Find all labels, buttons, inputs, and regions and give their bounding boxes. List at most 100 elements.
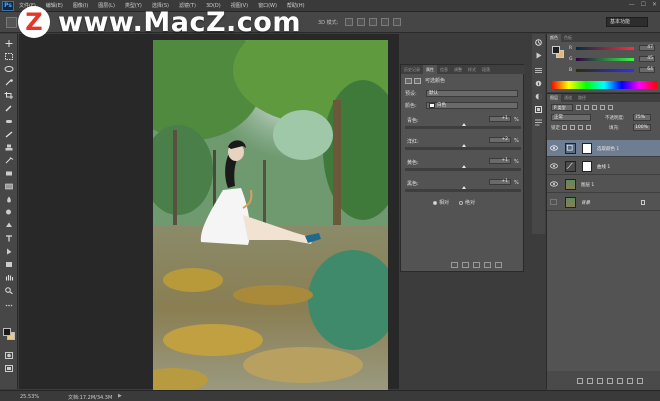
quick-select-tool-icon[interactable] [4,79,14,86]
tab-paragraph[interactable]: 段落 [479,65,493,74]
yellow-thumb[interactable] [461,165,466,168]
status-menu-arrow[interactable]: ▶ [118,393,122,399]
lasso-tool-icon[interactable] [4,66,14,73]
info-panel-icon[interactable] [534,80,543,87]
actions-panel-icon[interactable] [534,52,543,59]
foreground-color-swatch[interactable] [3,328,11,336]
yellow-value[interactable]: +1 [489,158,511,164]
dodge-tool-icon[interactable] [4,209,14,216]
document-photo[interactable] [153,40,388,391]
layer-mask-icon[interactable] [414,77,421,84]
layer-name[interactable]: 曲线 1 [597,164,610,170]
filter-shape-icon[interactable] [600,105,605,110]
more-tools-icon[interactable] [4,302,14,309]
tab-properties[interactable]: 属性 [423,65,437,74]
layer-row-background[interactable]: 背景 [547,194,660,211]
blur-tool-icon[interactable] [4,196,14,203]
tab-layers[interactable]: 图层 [547,94,561,102]
lock-position-icon[interactable] [578,125,583,130]
screen-mode-icon[interactable] [4,365,14,372]
maximize-button[interactable]: ☐ [641,1,646,8]
clip-to-layer-icon[interactable] [451,262,458,268]
move-tool-icon[interactable] [4,40,14,47]
cyan-track[interactable] [405,126,521,129]
history-panel-icon[interactable] [534,39,543,46]
quick-mask-icon[interactable] [4,352,14,359]
layer-name[interactable]: 选取颜色 1 [597,146,619,152]
color-spectrum[interactable] [551,81,657,89]
blend-mode-select[interactable]: 正常 [551,114,591,121]
layer-row-selective-color[interactable]: 选取颜色 1 [547,140,660,157]
hand-tool-icon[interactable] [4,274,14,281]
rotate-3d-icon[interactable] [345,18,353,26]
zoom-tool-icon[interactable] [4,287,14,294]
black-thumb[interactable] [461,186,466,189]
tab-swatches[interactable]: 色板 [561,34,575,42]
new-adjustment-icon[interactable] [607,377,613,384]
green-value[interactable]: 45 [639,56,655,62]
layer-row-curves[interactable]: 曲线 1 [547,158,660,175]
red-bar[interactable] [576,47,634,50]
workspace-select[interactable]: 基本功能 [606,17,648,27]
layer-mask-thumbnail[interactable] [582,143,592,154]
layer-mask-thumbnail[interactable] [582,161,592,172]
type-tool-icon[interactable] [4,235,14,242]
colors-select[interactable]: 白色 [426,102,518,109]
roll-3d-icon[interactable] [357,18,365,26]
black-track[interactable] [405,189,521,192]
history-brush-tool-icon[interactable] [4,157,14,164]
yellow-track[interactable] [405,168,521,171]
cyan-thumb[interactable] [461,123,466,126]
cyan-value[interactable]: +1 [489,116,511,122]
lock-image-icon[interactable] [570,125,575,130]
eyedropper-tool-icon[interactable] [4,105,14,112]
add-layer-style-icon[interactable] [587,377,593,384]
marquee-tool-icon[interactable] [4,53,14,60]
drag-3d-icon[interactable] [369,18,377,26]
delete-layer-icon[interactable] [637,377,643,384]
black-value[interactable]: +1 [489,179,511,185]
delete-adjustment-icon[interactable] [495,262,502,268]
fill-input[interactable]: 100% [633,124,651,131]
preset-select[interactable]: 默认 [426,90,518,97]
path-selection-tool-icon[interactable] [4,248,14,255]
link-layers-icon[interactable] [577,377,583,384]
brush-tool-icon[interactable] [4,131,14,138]
gradient-tool-icon[interactable] [4,183,14,190]
tab-channels[interactable]: 通道 [561,94,575,102]
zoom-level[interactable]: 25.53% [20,394,39,400]
layer-name[interactable]: 背景 [581,200,590,206]
new-group-icon[interactable] [617,377,623,384]
method-absolute-radio[interactable]: 绝对 [459,199,475,206]
layer-row-layer1[interactable]: 图层 1 [547,176,660,193]
add-mask-icon[interactable] [597,377,603,384]
scale-3d-icon[interactable] [393,18,401,26]
healing-brush-tool-icon[interactable] [4,118,14,125]
hidden-eye-icon[interactable] [550,199,557,205]
crop-tool-icon[interactable] [4,92,14,99]
eye-icon[interactable] [550,163,558,169]
tab-info[interactable]: 信息 [437,65,451,74]
new-layer-icon[interactable] [627,377,633,384]
adjustments-panel-icon[interactable] [534,93,543,100]
opacity-input[interactable]: 75% [633,114,651,121]
lock-all-icon[interactable] [586,125,591,130]
visibility-icon[interactable] [484,262,491,268]
filter-adjustment-icon[interactable] [584,105,589,110]
eye-icon[interactable] [550,145,558,151]
clone-stamp-tool-icon[interactable] [4,144,14,151]
filter-type-icon[interactable] [592,105,597,110]
tab-history[interactable]: 历史记录 [401,65,423,74]
tab-styles[interactable]: 样式 [465,65,479,74]
shape-tool-icon[interactable] [4,261,14,268]
lock-transparent-icon[interactable] [562,125,567,130]
panel-foreground-color[interactable] [552,46,560,54]
tab-paths[interactable]: 路径 [575,94,589,102]
layer-name[interactable]: 图层 1 [581,182,594,188]
slide-3d-icon[interactable] [381,18,389,26]
tab-color[interactable]: 颜色 [547,34,561,42]
canvas-area[interactable] [19,34,399,391]
magenta-track[interactable] [405,147,521,150]
filter-smart-icon[interactable] [608,105,613,110]
eraser-tool-icon[interactable] [4,170,14,177]
